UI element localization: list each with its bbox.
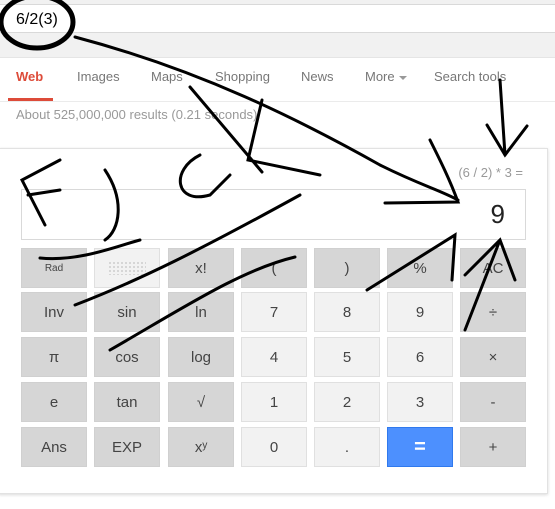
key-label: ÷ [488, 303, 498, 321]
key-label: xʸ [194, 438, 208, 456]
key-label: 2 [342, 393, 352, 411]
key-label: . [344, 438, 350, 456]
tab-images[interactable]: Images [77, 69, 120, 84]
key-1[interactable]: 1 [241, 382, 307, 422]
key-6[interactable]: 6 [387, 337, 453, 377]
key-x![interactable]: x! [168, 248, 234, 288]
key-label: ) [344, 259, 350, 277]
key-label: cos [115, 348, 139, 366]
key-log[interactable]: log [168, 337, 234, 377]
key-label: ( [271, 259, 277, 277]
search-tabs: Web Images Maps Shopping News More Searc… [0, 58, 555, 102]
key-label: = [414, 435, 426, 458]
key-label: tan [116, 393, 138, 411]
key-√[interactable]: √ [168, 382, 234, 422]
key-inv[interactable]: Inv [21, 292, 87, 332]
caret-down-icon [398, 75, 407, 80]
key-ac[interactable]: AC [460, 248, 526, 288]
key-exp[interactable]: EXP [94, 427, 160, 467]
key-deg[interactable] [94, 248, 160, 288]
key-equals[interactable]: = [387, 427, 453, 467]
calculator-card: (6 / 2) * 3 = 9 Rad x! ()% AC Inv sin ln 7 8 9 ÷ π c… [0, 148, 548, 494]
tab-maps[interactable]: Maps [151, 69, 183, 84]
key-label: 4 [269, 348, 279, 366]
key-([interactable]: ( [241, 248, 307, 288]
calculator-display: 9 [21, 189, 526, 240]
key-label: ln [195, 303, 207, 321]
key-label: x! [195, 259, 207, 277]
key-label: 5 [342, 348, 352, 366]
key-cos[interactable]: cos [94, 337, 160, 377]
key-8[interactable]: 8 [314, 292, 380, 332]
active-tab-indicator [8, 98, 53, 101]
key-÷[interactable]: ÷ [460, 292, 526, 332]
top-bar [0, 0, 555, 58]
key-label: 1 [269, 393, 279, 411]
key-2[interactable]: 2 [314, 382, 380, 422]
tab-more-label: More [365, 69, 395, 84]
tab-shopping[interactable]: Shopping [215, 69, 270, 84]
result-stats: About 525,000,000 results (0.21 seconds) [16, 107, 258, 122]
key-label: 0 [269, 438, 279, 456]
key-label: Rad [44, 262, 64, 274]
key--[interactable]: - [460, 382, 526, 422]
key-label: 7 [269, 303, 279, 321]
key-×[interactable]: × [460, 337, 526, 377]
key-%[interactable]: % [387, 248, 453, 288]
key-label: π [48, 348, 60, 366]
key-decimal[interactable]: . [314, 427, 380, 467]
deg-toggle-icon [108, 261, 146, 275]
key-label: - [490, 393, 496, 411]
key-4[interactable]: 4 [241, 337, 307, 377]
key-label: % [413, 259, 427, 277]
tab-search-tools[interactable]: Search tools [434, 69, 506, 84]
key-label: 8 [342, 303, 352, 321]
key-7[interactable]: 7 [241, 292, 307, 332]
search-input[interactable] [0, 5, 555, 29]
key-sin[interactable]: sin [94, 292, 160, 332]
key-ans[interactable]: Ans [21, 427, 87, 467]
key-label: AC [482, 259, 504, 277]
key-+[interactable]: + [460, 427, 526, 467]
key-label: + [488, 438, 498, 456]
key-tan[interactable]: tan [94, 382, 160, 422]
key-xʸ[interactable]: xʸ [168, 427, 234, 467]
key-rad[interactable]: Rad [21, 248, 87, 288]
key-label: 9 [415, 303, 425, 321]
key-label: EXP [111, 438, 142, 456]
key-label: sin [117, 303, 137, 321]
key-label: Ans [41, 438, 67, 456]
key-0[interactable]: 0 [241, 427, 307, 467]
key-3[interactable]: 3 [387, 382, 453, 422]
key-label: log [190, 348, 212, 366]
key-9[interactable]: 9 [387, 292, 453, 332]
tab-more[interactable]: More [365, 69, 407, 84]
key-label: 3 [415, 393, 425, 411]
search-box[interactable] [0, 4, 555, 33]
key-ln[interactable]: ln [168, 292, 234, 332]
key-e[interactable]: e [21, 382, 87, 422]
key-π[interactable]: π [21, 337, 87, 377]
key-label: × [488, 348, 498, 366]
key-label: Inv [43, 303, 64, 321]
key-)[interactable]: ) [314, 248, 380, 288]
tab-news[interactable]: News [301, 69, 334, 84]
calculator-expression: (6 / 2) * 3 = [458, 165, 523, 180]
key-label: 6 [415, 348, 425, 366]
key-label: e [49, 393, 59, 411]
key-label: √ [196, 393, 206, 411]
key-5[interactable]: 5 [314, 337, 380, 377]
tab-web[interactable]: Web [16, 69, 43, 84]
